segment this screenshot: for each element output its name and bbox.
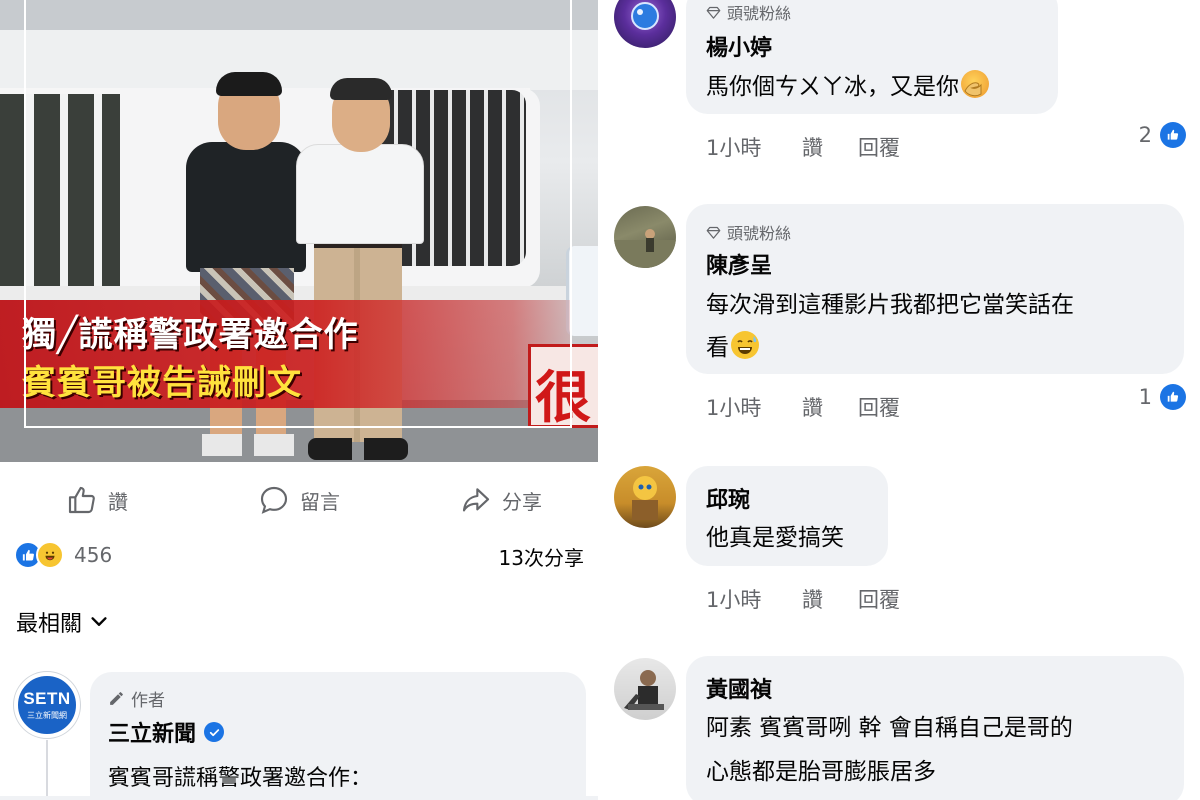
- haha-reaction-icon: [36, 541, 64, 569]
- chevron-down-icon: [91, 617, 107, 626]
- comment-meta: 1小時 讚 回覆: [706, 132, 900, 162]
- author-avatar[interactable]: SETN 三立新聞網: [14, 672, 80, 738]
- comment-reply-button[interactable]: 回覆: [858, 132, 900, 162]
- comment-bubble: 頭號粉絲 陳彥呈 每次滑到這種影片我都把它當笑話在 看: [686, 204, 1184, 374]
- comment-bubble: 黃國禎 阿素 賓賓哥咧 幹 會自稱自己是哥的 心態都是胎哥膨脹居多: [686, 656, 1184, 800]
- comment-reply-button[interactable]: 回覆: [858, 392, 900, 422]
- author-comment-text: 賓賓哥謊稱警政署邀合作：: [108, 766, 373, 791]
- author-logo-sub: 三立新聞網: [27, 711, 67, 720]
- author-logo-main: SETN: [23, 689, 71, 708]
- comment-time[interactable]: 1小時: [706, 132, 802, 162]
- commenter-name[interactable]: 楊小婷: [706, 30, 772, 62]
- like-reaction-icon: [1160, 384, 1186, 410]
- badge-label: 頭號粉絲: [727, 4, 792, 23]
- author-name-text: 三立新聞: [108, 722, 197, 747]
- comment-like-button[interactable]: 讚: [802, 584, 858, 614]
- like-label: 讚: [108, 489, 128, 514]
- pencil-icon: [110, 692, 123, 705]
- like-button[interactable]: 讚: [66, 482, 128, 518]
- comment-bubble: 頭號粉絲 楊小婷 馬你個ㄘㄨㄚ冰，又是你: [686, 0, 1058, 114]
- author-tag-label: 作者: [131, 691, 165, 711]
- like-reaction-icon: [1160, 122, 1186, 148]
- comment-sort-dropdown[interactable]: 最相關: [16, 606, 110, 638]
- commenter-name[interactable]: 邱琬: [706, 482, 750, 514]
- comment-button[interactable]: 留言: [258, 482, 340, 518]
- author-name[interactable]: 三立新聞: [108, 716, 225, 748]
- comment-reaction-number: 2: [1138, 123, 1152, 147]
- facepalm-emoji: [961, 70, 989, 98]
- post-panel: 獨╱謊稱警政署邀合作 賓賓哥被告誡刪文 很 讚 留言 分享 456 13次分享 …: [0, 0, 598, 800]
- comment-avatar[interactable]: [614, 0, 676, 48]
- share-count[interactable]: 13次分享: [499, 542, 584, 571]
- comment-reaction-count[interactable]: 2: [1139, 122, 1186, 148]
- comment-like-button[interactable]: 讚: [802, 392, 858, 422]
- verified-icon: [204, 722, 225, 742]
- share-icon: [462, 488, 490, 512]
- comment-label: 留言: [300, 489, 340, 514]
- comment-text-line: 看: [706, 335, 729, 361]
- sweat-smile-emoji: [731, 331, 759, 359]
- diamond-icon: [706, 226, 721, 239]
- comment-time[interactable]: 1小時: [706, 584, 802, 614]
- comment-like-button[interactable]: 讚: [802, 132, 858, 162]
- comment-avatar[interactable]: [614, 206, 676, 268]
- share-button[interactable]: 分享: [460, 482, 542, 518]
- comment-reply-button[interactable]: 回覆: [858, 584, 900, 614]
- top-fan-badge: 頭號粉絲: [706, 0, 791, 24]
- comment-text-line: 阿素 賓賓哥咧 幹 會自稱自己是哥的: [706, 715, 1073, 741]
- like-icon: [68, 486, 95, 514]
- sort-label: 最相關: [16, 612, 83, 637]
- comment-bubble: 邱琬 他真是愛搞笑: [686, 466, 888, 566]
- comment-text-line: 他真是愛搞笑: [706, 525, 844, 551]
- comment-text-line: 馬你個ㄘㄨㄚ冰，又是你: [706, 74, 959, 100]
- commenter-name[interactable]: 黃國禎: [706, 672, 772, 704]
- comment-time[interactable]: 1小時: [706, 392, 802, 422]
- top-fan-badge: 頭號粉絲: [706, 220, 791, 244]
- share-label: 分享: [502, 489, 542, 514]
- bottom-divider: [0, 796, 598, 800]
- diamond-icon: [706, 6, 721, 19]
- author-tag: 作者: [108, 686, 165, 711]
- comment-text: 看: [706, 326, 759, 370]
- post-action-bar: 讚 留言 分享: [0, 470, 598, 530]
- photo-frame: [24, 0, 572, 428]
- comment-icon: [260, 486, 288, 514]
- thread-line: [46, 740, 48, 800]
- badge-label: 頭號粉絲: [727, 224, 792, 243]
- comment-avatar[interactable]: [614, 658, 676, 720]
- comment-avatar[interactable]: [614, 466, 676, 528]
- comment-text-line: 每次滑到這種影片我都把它當笑話在: [706, 292, 1074, 318]
- comment-meta: 1小時 讚 回覆: [706, 392, 900, 422]
- author-comment-bubble: 作者 三立新聞 賓賓哥謊稱警政署邀合作：: [90, 672, 586, 800]
- comment-reaction-number: 1: [1138, 385, 1152, 409]
- comment-reaction-count[interactable]: 1: [1139, 384, 1186, 410]
- comment-meta: 1小時 讚 回覆: [706, 584, 900, 614]
- comment-text-line: 心態都是胎哥膨脹居多: [706, 759, 936, 785]
- post-image[interactable]: 獨╱謊稱警政署邀合作 賓賓哥被告誡刪文 很: [0, 0, 598, 462]
- reaction-summary[interactable]: 456: [14, 540, 112, 570]
- comment-text: 馬你個ㄘㄨㄚ冰，又是你: [706, 65, 989, 109]
- reaction-count: 456: [74, 543, 113, 567]
- comments-panel: 頭號粉絲 楊小婷 馬你個ㄘㄨㄚ冰，又是你 1小時 讚 回覆 2 頭號粉絲 陳彥呈…: [602, 0, 1200, 800]
- commenter-name[interactable]: 陳彥呈: [706, 248, 772, 280]
